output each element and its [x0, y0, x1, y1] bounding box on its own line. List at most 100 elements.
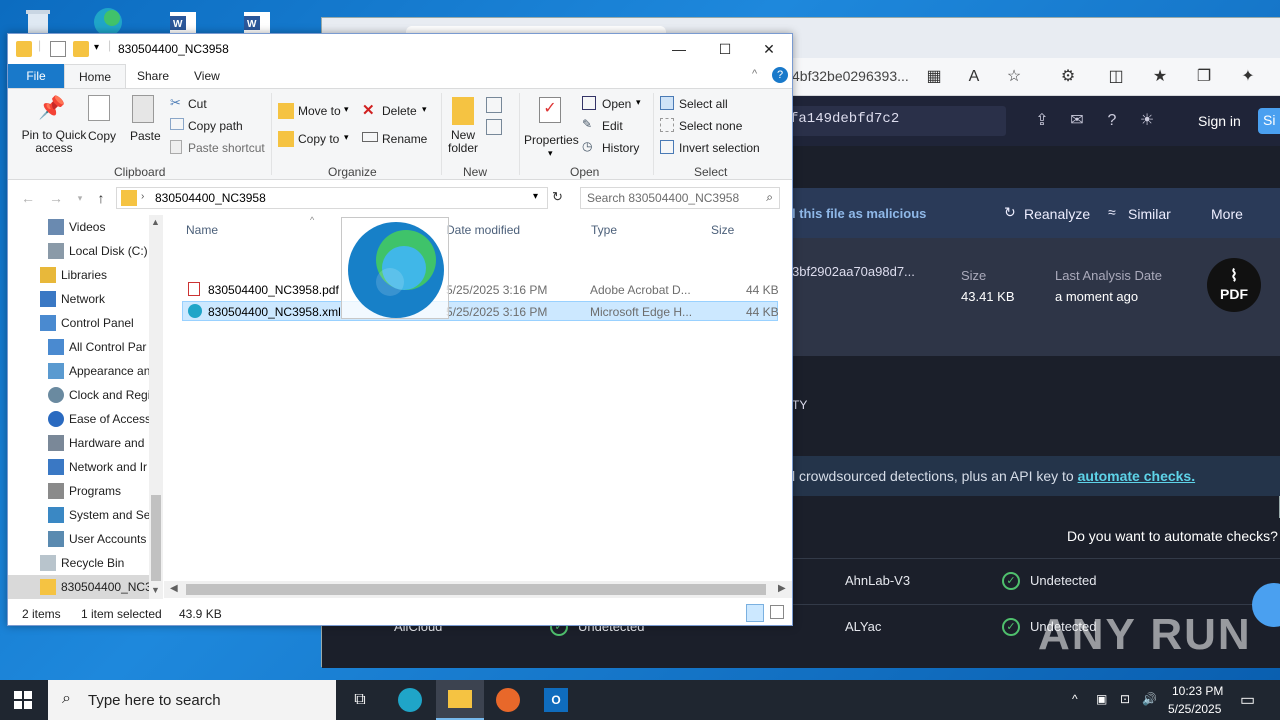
select-none-button[interactable]: Select none — [660, 117, 770, 135]
volume-icon[interactable]: 🔊 — [1142, 692, 1157, 706]
large-icons-view-icon[interactable] — [770, 605, 784, 619]
qat-dropdown-icon[interactable]: ▾ — [94, 42, 99, 53]
help-icon[interactable]: ? — [772, 67, 788, 83]
split-screen-icon[interactable]: ◫ — [1106, 67, 1126, 87]
cut-button[interactable]: ✂ Cut — [170, 95, 270, 113]
address-bar[interactable]: › 830504400_NC3958 ▾ — [116, 187, 548, 209]
nav-item-all-control-panel[interactable]: All Control Par — [8, 335, 153, 359]
hash-search-box[interactable]: fa149debfd7c2 — [782, 106, 1006, 136]
scroll-left-arrow-icon[interactable]: ◀ — [170, 583, 178, 594]
nav-item-libraries[interactable]: Libraries — [8, 263, 153, 287]
app-grid-icon[interactable]: ▦ — [924, 67, 944, 87]
details-view-icon[interactable] — [746, 604, 764, 622]
outlook-icon[interactable]: O — [544, 688, 568, 712]
column-header-type[interactable]: Type — [591, 223, 617, 237]
network-tray-icon[interactable]: ⊡ — [1120, 692, 1130, 706]
nav-item-videos[interactable]: Videos — [8, 215, 153, 239]
extensions-icon[interactable]: ⚙ — [1058, 67, 1078, 87]
collections-icon[interactable]: ❐ — [1194, 67, 1214, 87]
open-button[interactable]: Open ▾ — [582, 95, 646, 113]
invert-selection-button[interactable]: Invert selection — [660, 139, 770, 157]
similar-icon[interactable]: ≈ — [1108, 204, 1116, 220]
favorite-star-icon[interactable]: ☆ — [1004, 67, 1024, 87]
table-row[interactable]: 830504400_NC3958.xml 5/25/2025 3:16 PM M… — [182, 301, 779, 321]
properties-qat-icon[interactable] — [50, 41, 66, 57]
section-tab-tail[interactable]: TY — [792, 398, 807, 412]
refresh-icon[interactable]: ↻ — [552, 189, 563, 205]
move-to-button[interactable]: Move to ▾ — [278, 101, 352, 121]
clock-time[interactable]: 10:23 PM — [1172, 684, 1223, 698]
properties-button[interactable]: ✓ Properties ▾ — [524, 93, 579, 159]
clock-date[interactable]: 5/25/2025 — [1168, 702, 1221, 716]
tab-share[interactable]: Share — [123, 64, 183, 88]
scroll-up-arrow-icon[interactable]: ▲ — [151, 217, 160, 227]
taskbar-explorer-active[interactable] — [436, 680, 484, 720]
history-button[interactable]: ◷ History — [582, 139, 646, 157]
url-fragment[interactable]: 4bf32be0296393... — [792, 68, 909, 84]
firefox-icon[interactable] — [496, 688, 520, 712]
taskbar-search-box[interactable]: ⌕ Type here to search — [48, 680, 336, 720]
select-all-button[interactable]: Select all — [660, 95, 770, 113]
copilot-icon[interactable]: ✦ — [1238, 67, 1258, 87]
column-header-name[interactable]: Name — [186, 223, 218, 237]
reanalyze-button[interactable]: Reanalyze — [1024, 206, 1090, 222]
scrollbar-thumb[interactable] — [151, 495, 161, 581]
nav-item-control-panel[interactable]: Control Panel — [8, 311, 153, 335]
automate-checks-link[interactable]: automate checks. — [1078, 468, 1196, 484]
tab-view[interactable]: View — [180, 64, 234, 88]
edit-button[interactable]: ✎ Edit — [582, 117, 646, 135]
easy-access-icon[interactable] — [486, 119, 502, 135]
delete-button[interactable]: ✕ Delete ▾ — [362, 101, 428, 121]
breadcrumb-current[interactable]: 830504400_NC3958 — [155, 191, 266, 205]
sign-in-link[interactable]: Sign in — [1198, 113, 1241, 129]
minimize-button[interactable]: — — [656, 34, 702, 64]
edge-taskbar-icon[interactable] — [398, 688, 422, 712]
upload-icon[interactable]: ⇪ — [1032, 111, 1052, 131]
nav-item-programs[interactable]: Programs — [8, 479, 153, 503]
column-header-size[interactable]: Size — [711, 223, 734, 237]
nav-item-user-accounts[interactable]: User Accounts — [8, 527, 153, 551]
nav-item-hardware[interactable]: Hardware and — [8, 431, 153, 455]
reanalyze-icon[interactable]: ↻ — [1004, 204, 1016, 221]
new-folder-qat-icon[interactable] — [73, 41, 89, 57]
new-item-icon[interactable] — [486, 97, 502, 113]
recent-locations-icon[interactable]: ▾ — [70, 188, 90, 208]
pin-quick-access-button[interactable]: 📌 Pin to Quick access — [16, 93, 92, 155]
tab-file[interactable]: File — [8, 64, 64, 88]
back-arrow-icon[interactable]: ← — [18, 188, 38, 208]
close-button[interactable]: ✕ — [746, 34, 792, 64]
column-header-date[interactable]: Date modified — [446, 223, 520, 237]
scroll-down-arrow-icon[interactable]: ▼ — [151, 585, 160, 595]
similar-button[interactable]: Similar — [1128, 206, 1171, 222]
nav-item-recycle-bin[interactable]: Recycle Bin — [8, 551, 153, 575]
horizontal-scrollbar[interactable]: ◀ ▶ — [164, 581, 792, 598]
search-input[interactable]: Search 830504400_NC3958 ⌕ — [580, 187, 780, 209]
tray-chevron-icon[interactable]: ^ — [1072, 692, 1078, 706]
nav-item-network-internet[interactable]: Network and Ir — [8, 455, 153, 479]
forward-arrow-icon[interactable]: → — [46, 188, 66, 208]
theme-sun-icon[interactable]: ☀ — [1137, 111, 1157, 131]
edge-desktop-icon[interactable] — [88, 4, 128, 36]
maximize-button[interactable]: ☐ — [702, 34, 748, 64]
copy-path-button[interactable]: Copy path — [170, 117, 270, 135]
copy-to-button[interactable]: Copy to ▾ — [278, 129, 352, 149]
nav-item-local-disk[interactable]: Local Disk (C:) — [8, 239, 153, 263]
table-row[interactable]: 830504400_NC3958.pdf 5/25/2025 3:16 PM A… — [182, 280, 779, 300]
tab-home[interactable]: Home — [64, 64, 127, 88]
favorites-icon[interactable]: ★ — [1150, 67, 1170, 87]
notifications-icon[interactable]: ✉ — [1067, 111, 1087, 131]
more-button[interactable]: More — [1211, 206, 1243, 222]
new-folder-button[interactable]: New folder — [446, 93, 480, 159]
rename-button[interactable]: Rename — [362, 129, 428, 149]
tray-device-icon[interactable]: ▣ — [1096, 692, 1107, 706]
help-icon[interactable]: ? — [1102, 111, 1122, 131]
flag-malicious-text[interactable]: l this file as malicious — [792, 206, 926, 221]
scroll-right-arrow-icon[interactable]: ▶ — [778, 583, 786, 594]
nav-item-network[interactable]: Network — [8, 287, 153, 311]
address-dropdown-icon[interactable]: ▾ — [533, 191, 538, 202]
notifications-icon[interactable]: ▭ — [1240, 690, 1255, 710]
nav-item-ease-of-access[interactable]: Ease of Access — [8, 407, 153, 431]
windows-start-icon[interactable] — [14, 691, 32, 709]
sign-up-button[interactable]: Si — [1258, 108, 1280, 134]
copy-button[interactable]: Copy — [86, 93, 118, 149]
